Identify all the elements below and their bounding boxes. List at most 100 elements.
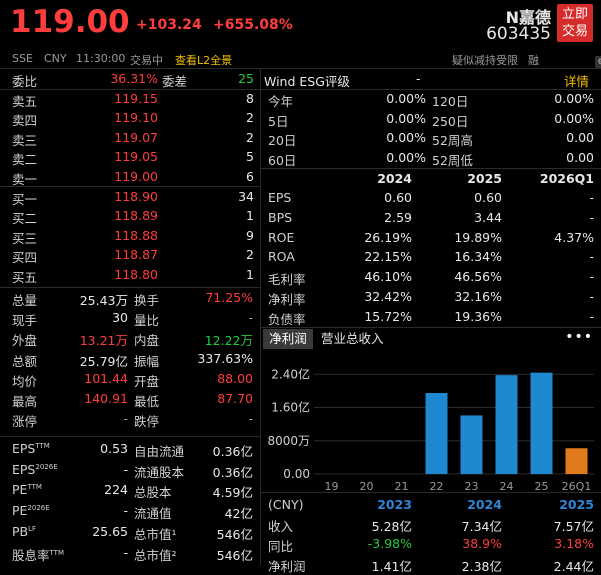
level-volume: 2 [246,247,254,263]
weicha-label: 委差 [162,74,188,89]
level-volume: 5 [246,149,254,165]
ratio-value: 46.10% [364,269,412,285]
bar-26Q1[interactable] [565,448,588,474]
ratio-value: 16.34% [454,249,502,265]
quote-header: 119.00 +103.24 +655.08% N嘉德 603435 立即 交易 [0,0,601,48]
fundamental-value: - [123,503,128,519]
fundamental-label-sup: TTM [27,483,42,492]
level-label: 卖一 [12,171,38,187]
stat-label: 内盘 [134,333,160,349]
level-label: 买一 [12,192,38,207]
income-label: 收入 [268,519,294,534]
ratio-label: ROA [268,249,295,265]
tab-net-profit[interactable]: 净利润 [263,329,313,349]
x-tick-label: 26Q1 [562,480,592,492]
income-value: 5.28亿 [371,519,412,534]
ratio-value: 0.60 [474,190,502,205]
level-label: 卖二 [12,152,38,168]
weibi-label: 委比 [12,74,38,89]
stat-label: 开盘 [134,373,160,389]
divider [261,168,601,169]
x-tick-label: 24 [500,480,514,492]
detail-link[interactable]: 详情 [564,71,589,90]
ratio-value: 0.60 [384,190,412,205]
trade-btn-line1: 立即 [561,7,588,22]
fundamental-label-sup: TTM [35,441,50,450]
stat-label: 最低 [134,394,160,409]
income-unit: (CNY) [268,497,304,512]
settings-icon[interactable]: ⚙ [595,56,601,68]
stat-row: 涨停 - 跌停 - [12,410,257,429]
level-price: 119.00 [114,168,158,184]
divider [261,327,601,328]
tab-revenue[interactable]: 营业总收入 [321,329,384,348]
ratio-value: 19.36% [454,308,502,324]
ratio-value: 4.37% [554,229,594,245]
fundamental-value2: 4.59亿 [212,485,253,501]
fundamental-value: 0.53 [100,441,128,456]
orderbook-row: 卖五 119.15 8 [12,90,257,109]
ratio-label: BPS [268,209,293,225]
bar-22[interactable] [425,393,448,474]
stat-value: - [123,411,128,427]
ratio-year: 2026Q1 [539,171,594,186]
y-tick-label: 8000万 [267,434,310,448]
margin-badge: 融 [528,54,539,67]
bar-25[interactable] [530,372,553,474]
fundamental-label-text: 股息率 [12,547,50,563]
income-label: 净利润 [268,559,306,574]
more-icon[interactable]: ••• [565,329,593,345]
last-price: 119.00 [10,4,130,40]
level-price: 119.10 [114,110,158,126]
stat-row: 均价 101.44 开盘 88.00 [12,370,257,389]
bar-24[interactable] [495,375,518,474]
level-price: 118.89 [114,208,158,224]
stat-value: 13.21万 [79,333,128,349]
level-volume: 9 [246,227,254,243]
trade-btn-line2: 交易 [561,24,588,39]
fundamental-label: PE2026E [12,503,50,518]
fundamental-label-text: PE [12,482,28,498]
stat-label: 量比 [134,313,160,329]
return-value: 0.00% [386,110,426,126]
ratio-row: BPS 2.59 3.44 - [268,209,598,228]
stat-value: 337.63% [197,350,253,366]
ratio-value: 22.15% [364,249,412,265]
fundamental-label-text: PE [12,503,28,519]
level-label: 卖五 [12,94,38,109]
x-tick-label: 23 [465,480,479,492]
stat-row: 总量 25.43万 换手 71.25% [12,289,257,308]
ratio-value: 46.56% [454,269,502,285]
stat-value: 30 [112,310,128,326]
return-value: 0.00% [554,91,594,106]
fundamental-label-sup: 2026E [27,503,50,512]
income-value: 38.9% [462,536,502,551]
trade-now-button[interactable]: 立即 交易 [557,4,593,42]
fundamental-row: EPSTTM 0.53 自由流通 0.36亿 [12,440,257,459]
y-tick-label: 0.00 [283,467,310,481]
orderbook-row: 卖三 119.07 2 [12,129,257,148]
return-label: 52周低 [432,152,473,168]
stat-value: - [248,310,253,326]
return-row: 20日 0.00% 52周高 0.00 [268,129,598,148]
level-label: 买三 [12,230,38,246]
fundamental-value: - [123,544,128,560]
stat-label: 最高 [12,394,38,409]
fundamental-value2: 546亿 [216,526,253,542]
ratio-value: 15.72% [364,308,412,324]
stat-label: 换手 [134,293,160,308]
stat-label: 总量 [12,293,38,308]
level-label: 买四 [12,250,38,266]
level-label: 买二 [12,211,38,227]
fundamental-value2: 0.36亿 [212,444,253,459]
ratio-row: 毛利率 46.10% 46.56% - [268,268,598,287]
fundamental-value: - [123,461,128,477]
ratio-value: - [589,269,594,285]
stat-row: 最高 140.91 最低 87.70 [12,390,257,409]
stat-value: 140.91 [84,391,128,406]
income-year: 2023 [377,497,412,512]
ratio-row: ROE 26.19% 19.89% 4.37% [268,229,598,248]
orderbook-row: 买四 118.87 2 [12,246,257,265]
l2-link[interactable]: 查看L2全景 [175,52,232,68]
bar-23[interactable] [460,415,483,474]
